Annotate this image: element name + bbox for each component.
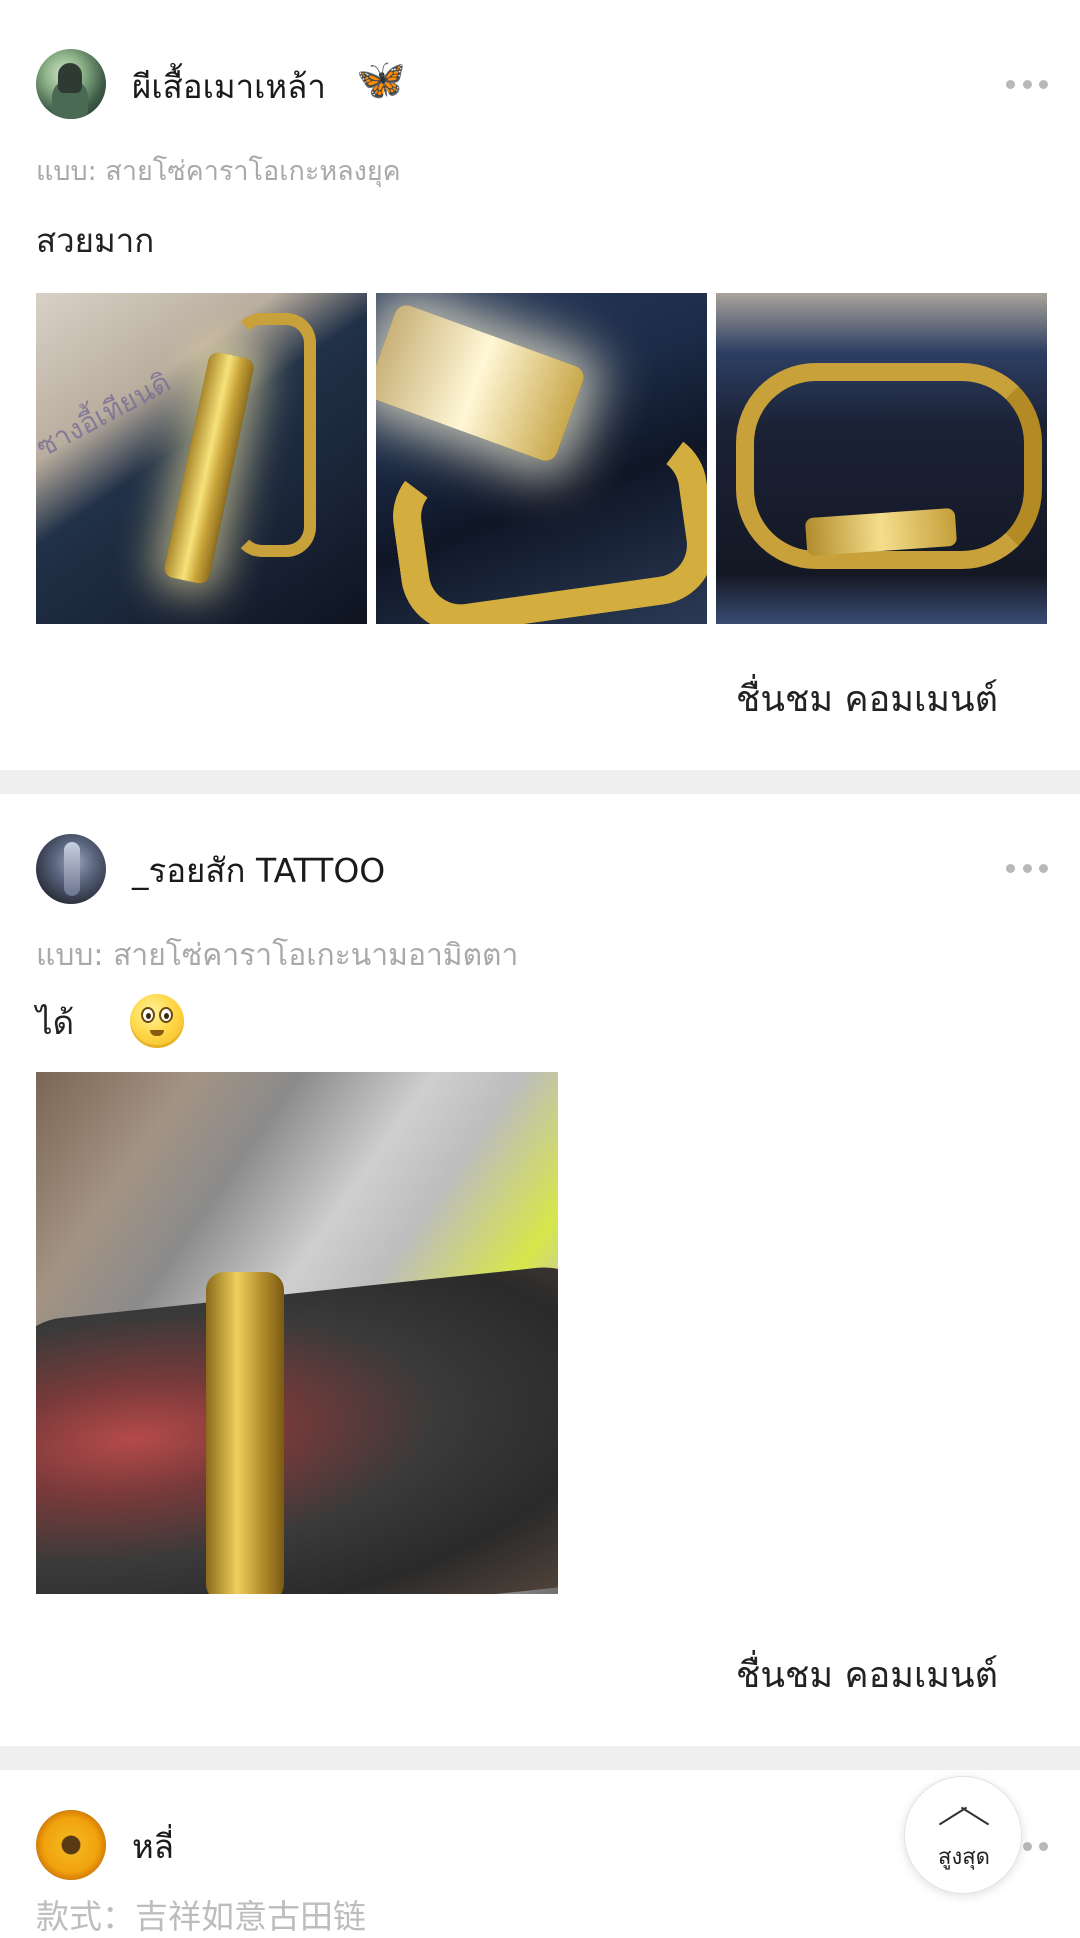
back-to-top-button[interactable]: สูงสุด [904, 1776, 1022, 1894]
avatar[interactable] [36, 1810, 106, 1880]
review-feed: ผีเสื้อเมาเหล้า 🦋 แบบ: สายโซ่คาราโอเกะหล… [0, 0, 1080, 1936]
more-dots-icon[interactable] [1006, 862, 1048, 874]
review-photo-2[interactable] [376, 293, 707, 624]
like-comment-button[interactable]: ชื่นชม คอมเมนต์ [736, 1646, 998, 1703]
avatar[interactable] [36, 834, 106, 904]
variant-label: แบบ: สายโซ่คาราโอเกะนามอามิตตา [36, 938, 519, 973]
more-dots-icon[interactable] [1006, 78, 1048, 90]
review-text: สวยมาก [36, 221, 155, 260]
review-text: ได้ [36, 1003, 75, 1042]
review-post-1: ผีเสื้อเมาเหล้า 🦋 แบบ: สายโซ่คาราโอเกะหล… [0, 0, 1080, 770]
photo-watermark: ซางอี้เทียนดิ [36, 365, 176, 464]
review-photo-3[interactable] [716, 293, 1047, 624]
smiley-icon [130, 994, 184, 1048]
username[interactable]: ผีเสื้อเมาเหล้า [132, 60, 326, 113]
variant-label: 款式：吉祥如意古田链 [36, 1897, 366, 1936]
review-photo-1[interactable]: ซางอี้เทียนดิ [36, 293, 367, 624]
review-photo-1[interactable] [36, 1072, 558, 1594]
username[interactable]: หลี่ [132, 1820, 174, 1873]
post-separator [0, 770, 1080, 794]
post-separator [0, 1746, 1080, 1770]
like-comment-button[interactable]: ชื่นชม คอมเมนต์ [736, 670, 998, 727]
back-to-top-label: สูงสุด [938, 1845, 990, 1870]
username[interactable]: _รอยสัก TATTOO [132, 844, 385, 897]
variant-label: แบบ: สายโซ่คาราโอเกะหลงยุค [36, 156, 401, 187]
avatar[interactable] [36, 49, 106, 119]
butterfly-icon: 🦋 [356, 57, 406, 103]
chevron-up-icon [939, 1803, 989, 1829]
